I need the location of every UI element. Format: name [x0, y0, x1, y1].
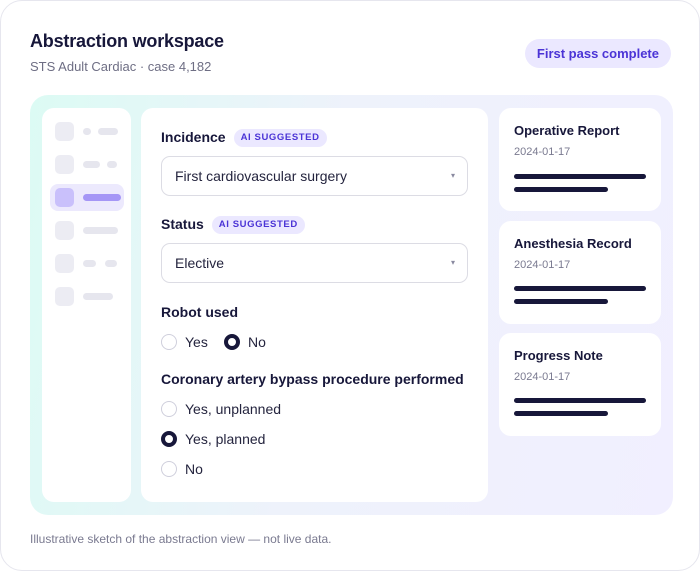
- document-preview-line: [514, 174, 646, 179]
- nav-square-icon: [55, 287, 74, 306]
- nav-square-icon: [55, 188, 74, 207]
- document-preview-line: [514, 411, 608, 416]
- workspace-panel: Incidence AI SUGGESTED First cardiovascul…: [30, 95, 673, 515]
- robot-used-label: Robot used: [161, 304, 238, 320]
- nav-square-icon: [55, 155, 74, 174]
- incidence-select[interactable]: First cardiovascular surgery ▾: [161, 156, 468, 196]
- ai-suggested-tag: AI SUGGESTED: [233, 129, 327, 147]
- radio-unchecked-icon: [161, 401, 177, 417]
- sidebar-item[interactable]: [50, 151, 124, 178]
- nav-placeholder-bar: [105, 260, 117, 267]
- nav-placeholder-bar: [83, 227, 118, 234]
- radio-unchecked-icon: [161, 461, 177, 477]
- document-date: 2024-01-17: [514, 259, 571, 271]
- sidebar-item-active[interactable]: [50, 184, 124, 211]
- document-date: 2024-01-17: [514, 371, 571, 383]
- chevron-down-icon: ▾: [450, 258, 455, 267]
- nav-square-icon: [55, 122, 74, 141]
- nav-placeholder-bar: [83, 194, 121, 201]
- cabg-yes-planned-radio[interactable]: Yes, planned: [161, 430, 265, 448]
- document-title: Anesthesia Record: [514, 236, 632, 251]
- incidence-label: Incidence AI SUGGESTED: [161, 129, 327, 147]
- sidebar-item[interactable]: [50, 118, 124, 145]
- document-card-progress-note[interactable]: Progress Note 2024-01-17: [499, 333, 661, 436]
- radio-checked-icon: [224, 334, 240, 350]
- sidebar-item[interactable]: [50, 217, 124, 244]
- status-value: Elective: [175, 255, 225, 271]
- nav-square-icon: [55, 221, 74, 240]
- document-preview-line: [514, 187, 608, 192]
- document-title: Operative Report: [514, 123, 620, 138]
- document-card-operative-report[interactable]: Operative Report 2024-01-17: [499, 108, 661, 211]
- robot-used-no-radio[interactable]: No: [224, 333, 266, 351]
- document-date: 2024-01-17: [514, 146, 571, 158]
- document-title: Progress Note: [514, 348, 603, 363]
- nav-placeholder-bar: [83, 260, 96, 267]
- radio-unchecked-icon: [161, 334, 177, 350]
- nav-placeholder-bar: [83, 293, 113, 300]
- cabg-label: Coronary artery bypass procedure perform…: [161, 371, 464, 387]
- case-subtitle: STS Adult Cardiac · case 4,182: [30, 59, 212, 74]
- sidebar-item[interactable]: [50, 250, 124, 277]
- nav-placeholder-bar: [107, 161, 117, 168]
- abstraction-form: Incidence AI SUGGESTED First cardiovascul…: [141, 108, 488, 502]
- nav-placeholder-bar: [98, 128, 118, 135]
- status-select[interactable]: Elective ▾: [161, 243, 468, 283]
- status-badge: First pass complete: [524, 39, 671, 68]
- document-preview-line: [514, 299, 608, 304]
- page-title: Abstraction workspace: [30, 31, 224, 51]
- document-preview-line: [514, 286, 646, 291]
- cabg-no-radio[interactable]: No: [161, 460, 203, 478]
- sidebar-item[interactable]: [50, 283, 124, 310]
- incidence-value: First cardiovascular surgery: [175, 168, 347, 184]
- sidebar-nav: [42, 108, 131, 502]
- document-preview-line: [514, 398, 646, 403]
- footnote: Illustrative sketch of the abstraction v…: [30, 532, 332, 546]
- abstraction-card: Abstraction workspace STS Adult Cardiac …: [0, 0, 700, 571]
- ai-suggested-tag: AI SUGGESTED: [211, 216, 305, 234]
- nav-placeholder-bar: [83, 128, 91, 135]
- cabg-yes-unplanned-radio[interactable]: Yes, unplanned: [161, 400, 281, 418]
- document-card-anesthesia-record[interactable]: Anesthesia Record 2024-01-17: [499, 221, 661, 324]
- robot-used-yes-radio[interactable]: Yes: [161, 333, 208, 351]
- status-label: Status AI SUGGESTED: [161, 216, 305, 234]
- chevron-down-icon: ▾: [450, 171, 455, 180]
- radio-checked-icon: [161, 431, 177, 447]
- nav-square-icon: [55, 254, 74, 273]
- nav-placeholder-bar: [83, 161, 100, 168]
